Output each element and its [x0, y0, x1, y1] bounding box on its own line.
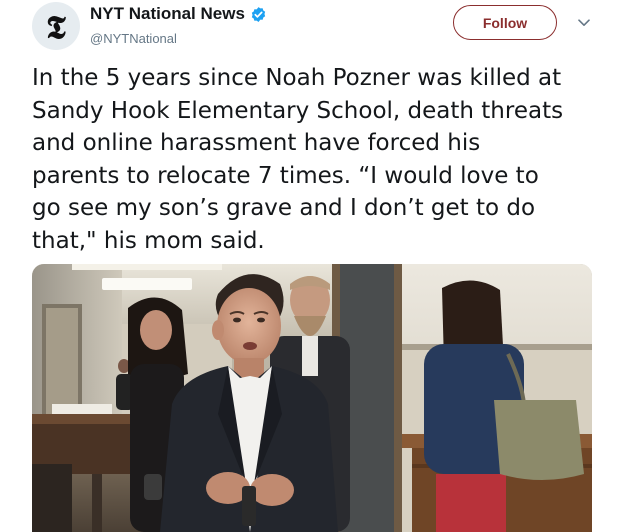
- photo-illustration: [32, 264, 592, 532]
- display-name[interactable]: NYT National News: [90, 4, 245, 24]
- tweet-card: 𝕿 NYT National News @NYTNational Follow …: [0, 0, 629, 532]
- account-handle[interactable]: @NYTNational: [90, 31, 267, 46]
- nyt-t-logo-icon: 𝕿: [46, 8, 66, 46]
- avatar[interactable]: 𝕿: [32, 2, 80, 50]
- tweet-text-line: In the 5 years since Noah Pozner was kil…: [32, 65, 562, 91]
- tweet-text-line: and online harassment have forced his: [32, 130, 481, 156]
- tweet-text: In the 5 years since Noah Pozner was kil…: [32, 62, 598, 257]
- tweet-text-line: Sandy Hook Elementary School, death thre…: [32, 97, 564, 124]
- tweet-text-line: that," his mom said.: [32, 227, 265, 254]
- more-options-button[interactable]: [575, 14, 593, 32]
- account-info[interactable]: NYT National News @NYTNational: [90, 4, 267, 46]
- tweet-text-line: parents to relocate 7 times. “I would lo…: [32, 162, 539, 189]
- verified-badge-icon: [251, 6, 266, 22]
- tweet-text-line: go see my son’s grave and I don’t get to…: [32, 195, 536, 221]
- follow-button[interactable]: Follow: [453, 5, 557, 40]
- chevron-down-icon: [578, 19, 590, 26]
- tweet-photo[interactable]: [32, 264, 592, 532]
- display-name-row[interactable]: NYT National News: [90, 4, 267, 24]
